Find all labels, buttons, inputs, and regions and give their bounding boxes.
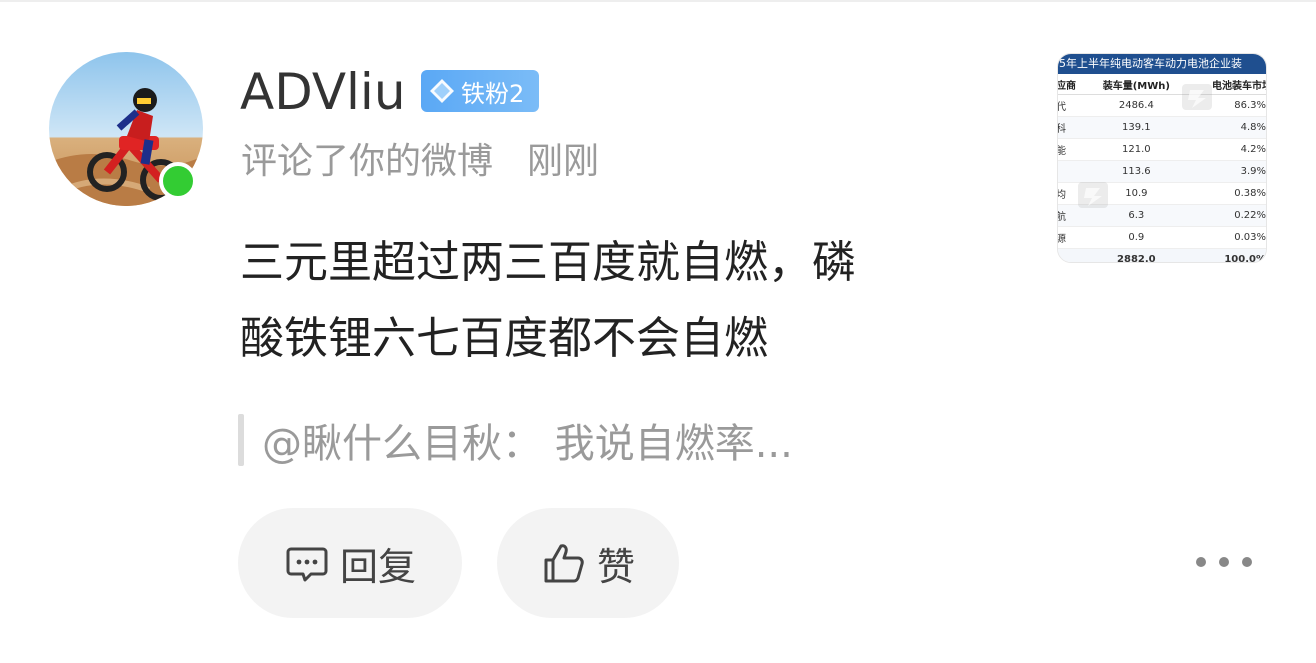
watermark-logo-icon (1078, 182, 1108, 208)
thumbnail-table: 应商 装车量(MWh) 电池装车市场 代 2486.4 86.3% 科 139.… (1058, 74, 1266, 262)
row-name: 能 (1058, 138, 1088, 161)
thumbnail-header: 应商 (1058, 74, 1088, 95)
post-thumbnail[interactable]: 25年上半年纯电动客车动力电池企业装 应商 装车量(MWh) 电池装车市场 代 … (1057, 53, 1267, 263)
comment-text[interactable]: 三元里超过两三百度就自燃，磷 酸铁锂六七百度都不会自燃 (240, 225, 1010, 377)
reply-button[interactable]: 回复 (238, 508, 462, 618)
row-name: 代 (1058, 94, 1088, 117)
row-value: 0.9 (1087, 226, 1186, 249)
row-share: 0.38% (1185, 182, 1266, 205)
more-options-icon[interactable] (1196, 547, 1252, 577)
watermark-logo-icon (1182, 84, 1212, 110)
online-status-dot (159, 162, 197, 200)
row-name: 源 (1058, 226, 1088, 249)
row-value: 121.0 (1087, 138, 1186, 161)
avatar-container[interactable] (49, 52, 203, 206)
username[interactable]: ADVliu (240, 60, 406, 124)
total-value: 2882.0 (1087, 248, 1186, 262)
notification-card: ADVliu 铁粉2 评论了你的微博 刚刚 三元里超过两三百度就自燃，磷 酸铁锂六… (0, 0, 1316, 663)
quote-text: @瞅什么目秋： 我说自燃率... (262, 421, 793, 467)
row-value: 139.1 (1087, 116, 1186, 139)
total-name (1058, 248, 1088, 262)
total-share: 100.0% (1185, 248, 1266, 262)
row-share: 0.22% (1185, 204, 1266, 227)
thumbs-up-icon (544, 544, 584, 583)
reply-label: 回复 (339, 544, 416, 589)
more-dot (1242, 557, 1252, 567)
thumbnail-title: 25年上半年纯电动客车动力电池企业装 (1058, 54, 1266, 74)
row-share: 4.2% (1185, 138, 1266, 161)
like-button[interactable]: 赞 (497, 508, 679, 618)
thumbnail-header: 装车量(MWh) (1087, 74, 1186, 95)
row-share: 0.03% (1185, 226, 1266, 249)
comment-line-1: 三元里超过两三百度就自燃，磷 (240, 237, 856, 288)
row-value: 2486.4 (1087, 94, 1186, 117)
fan-badge[interactable]: 铁粉2 (421, 70, 539, 112)
table-row: 科 139.1 4.8% (1058, 116, 1266, 139)
like-label: 赞 (596, 544, 635, 589)
table-row: 源 0.9 0.03% (1058, 226, 1266, 249)
more-dot (1196, 557, 1206, 567)
row-share: 3.9% (1185, 160, 1266, 183)
table-row: 代 2486.4 86.3% (1058, 94, 1266, 117)
quote-bar (238, 414, 244, 466)
row-name: 科 (1058, 116, 1088, 139)
diamond-icon (430, 79, 454, 103)
quoted-post[interactable]: @瞅什么目秋： 我说自燃率... (238, 412, 793, 468)
action-text: 评论了你的微博 (241, 141, 494, 182)
row-share: 4.8% (1185, 116, 1266, 139)
comment-icon (286, 547, 328, 582)
notification-meta: 评论了你的微博 刚刚 (241, 137, 599, 187)
table-row: 能 121.0 4.2% (1058, 138, 1266, 161)
badge-label: 铁粉2 (461, 79, 525, 108)
table-total-row: 2882.0 100.0% (1058, 248, 1266, 262)
comment-line-2: 酸铁锂六七百度都不会自燃 (240, 313, 768, 364)
more-dot (1219, 557, 1229, 567)
timestamp: 刚刚 (527, 141, 600, 182)
